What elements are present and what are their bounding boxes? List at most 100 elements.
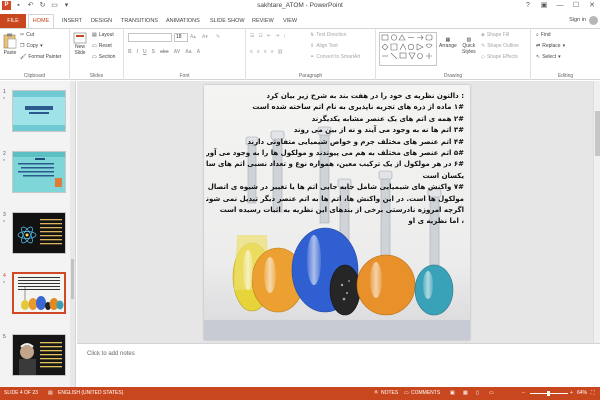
spellcheck-icon[interactable]: ▤ <box>48 390 53 396</box>
strikethrough-button[interactable]: abc <box>160 49 169 55</box>
tab-transitions[interactable]: TRANSITIONS <box>121 15 158 28</box>
slide-body-text[interactable]: : دالتون نظریه ی خود را در هفت بند به شر… <box>206 91 464 228</box>
increase-indent-icon[interactable]: ⇥ <box>275 33 279 39</box>
clear-format-button[interactable]: ✎ <box>216 34 220 40</box>
shapes-gallery[interactable] <box>379 32 437 66</box>
align-center-icon[interactable]: ≡ <box>257 49 260 55</box>
slide-thumbnail-5[interactable] <box>12 334 66 376</box>
cut-button[interactable]: ✂ Cut <box>20 32 34 38</box>
line-spacing-icon[interactable]: ↕ <box>283 33 286 39</box>
thumb-number: 1 <box>3 89 6 95</box>
replace-button[interactable]: ⇄ Replace ▾ <box>536 43 565 49</box>
tab-view[interactable]: VIEW <box>283 15 297 28</box>
thumbnails-scroll-thumb[interactable] <box>71 259 74 299</box>
change-case-button[interactable]: Aa <box>185 49 191 55</box>
zoom-out-icon[interactable]: − <box>522 390 525 396</box>
bullets-icon[interactable]: ☰ <box>250 33 254 39</box>
arrange-button[interactable]: ▦ Arrange <box>439 37 457 49</box>
slide-scroll-thumb[interactable] <box>595 111 600 156</box>
help-button[interactable]: ? <box>520 0 536 12</box>
char-spacing-button[interactable]: AV <box>174 49 181 55</box>
tab-review[interactable]: REVIEW <box>252 15 274 28</box>
tab-slide-show[interactable]: SLIDE SHOW <box>210 15 245 28</box>
tab-file[interactable]: FILE <box>0 14 26 28</box>
numbering-icon[interactable]: ☷ <box>258 33 262 39</box>
shape-effects-button[interactable]: ◇ Shape Effects <box>481 54 518 60</box>
thumb-number: 4 <box>3 273 6 279</box>
slide-thumbnail-2[interactable] <box>12 151 66 193</box>
avatar[interactable] <box>589 16 598 25</box>
paste-button[interactable]: Paste <box>3 33 17 56</box>
thumbnails-scrollbar[interactable] <box>70 81 75 387</box>
decrease-indent-icon[interactable]: ⇤ <box>267 33 271 39</box>
copy-button[interactable]: ❐ Copy ▾ <box>20 43 43 49</box>
zoom-slider-thumb[interactable] <box>547 391 550 396</box>
animation-star-icon: * <box>3 220 5 226</box>
ribbon-display-button[interactable]: ▣ <box>536 0 552 12</box>
shape-outline-button[interactable]: ✎ Shape Outline <box>481 43 519 49</box>
fit-to-window-icon[interactable]: ⛶ <box>591 390 595 396</box>
notes-pane[interactable]: Click to add notes <box>77 343 600 387</box>
paste-icon <box>3 33 17 49</box>
slide-line: ۲# همه ی اتم های یک عنصر مشابه یکدیگرند <box>311 114 464 123</box>
tab-animations[interactable]: ANIMATIONS <box>166 15 200 28</box>
font-name-input[interactable] <box>128 33 172 42</box>
scissors-icon: ✂ <box>20 32 25 38</box>
italic-button[interactable]: I <box>137 49 138 55</box>
tab-home[interactable]: HOME <box>28 14 54 28</box>
notes-button[interactable]: NOTES <box>381 390 398 396</box>
slide-scrollbar[interactable] <box>593 81 600 343</box>
ribbon: Paste ✂ Cut ❐ Copy ▾ 🖌 Format Painter Clipbo… <box>0 28 600 80</box>
align-text-button[interactable]: ⇕ Align Text <box>310 43 338 49</box>
reading-view-icon[interactable]: ▯ <box>476 390 479 396</box>
sign-in-link[interactable]: Sign in <box>569 17 586 23</box>
font-size-input[interactable]: 18 <box>174 33 188 42</box>
reset-button[interactable]: ▭ Reset <box>92 43 112 49</box>
find-button[interactable]: ⌕ Find <box>536 32 551 38</box>
section-button[interactable]: ▭ Section <box>92 54 115 60</box>
shape-fill-button[interactable]: ◈ Shape Fill <box>481 32 509 38</box>
normal-view-icon[interactable]: ▣ <box>450 390 455 396</box>
columns-icon[interactable]: ▥ <box>278 49 283 55</box>
align-left-icon[interactable]: ≡ <box>250 49 253 55</box>
editing-group: ⌕ Find ⇄ Replace ▾ ↖ Select ▾ Editing <box>531 29 600 80</box>
font-group: 18 A▴ A▾ ✎ B I U S abc AV Aa A Font <box>124 29 246 80</box>
comments-button[interactable]: COMMENTS <box>411 390 440 396</box>
slide-line: اگرچه امروزه نادرستی برخی از بندهای این … <box>219 206 464 215</box>
thumb-number: 2 <box>3 151 6 157</box>
slide-thumbnail-3[interactable] <box>12 212 66 254</box>
format-painter-button[interactable]: 🖌 Format Painter <box>20 54 61 60</box>
chevron-down-icon: ▾ <box>562 43 566 49</box>
paint-bucket-icon: ◈ <box>481 32 485 38</box>
slide-sorter-icon[interactable]: ▦ <box>463 390 468 396</box>
new-slide-button[interactable]: New Slide <box>73 32 87 56</box>
font-grow-button[interactable]: A▴ <box>190 34 196 40</box>
zoom-level[interactable]: 64% <box>577 390 587 396</box>
text-direction-button[interactable]: ⇅ Text Direction <box>310 32 347 38</box>
bold-button[interactable]: B <box>128 49 132 55</box>
slides-label: Slides <box>89 73 104 79</box>
zoom-in-icon[interactable]: + <box>570 390 573 396</box>
shadow-button[interactable]: S <box>152 49 155 55</box>
slide-thumbnail-4[interactable] <box>12 272 66 314</box>
slide-canvas[interactable]: : دالتون نظریه ی خود را در هفت بند به شر… <box>204 85 470 340</box>
tab-design[interactable]: DESIGN <box>91 15 112 28</box>
close-button[interactable]: ✕ <box>584 0 600 12</box>
font-color-button[interactable]: A <box>197 49 201 55</box>
underline-button[interactable]: U <box>143 49 147 55</box>
quick-styles-button[interactable]: ▨ Quick Styles <box>462 37 476 55</box>
align-right-icon[interactable]: ≡ <box>264 49 267 55</box>
maximize-button[interactable]: ☐ <box>568 0 584 12</box>
select-button[interactable]: ↖ Select ▾ <box>536 54 561 60</box>
slideshow-view-icon[interactable]: ▭ <box>489 390 494 396</box>
font-shrink-button[interactable]: A▾ <box>202 34 208 40</box>
convert-smartart-button[interactable]: ⚭ Convert to SmartArt <box>310 54 360 60</box>
title-bar: P ▪ ↶ ↻ ▭ ▾ sakhtare_ATOM - PowerPoint ?… <box>0 0 600 13</box>
language-indicator[interactable]: ENGLISH (UNITED STATES) <box>58 390 123 396</box>
tab-insert[interactable]: INSERT <box>62 15 82 28</box>
animation-star-icon: * <box>3 281 5 287</box>
slide-thumbnail-1[interactable] <box>12 90 66 132</box>
justify-icon[interactable]: ≡ <box>271 49 274 55</box>
layout-button[interactable]: ▤ Layout <box>92 32 114 38</box>
minimize-button[interactable]: — <box>552 0 568 12</box>
